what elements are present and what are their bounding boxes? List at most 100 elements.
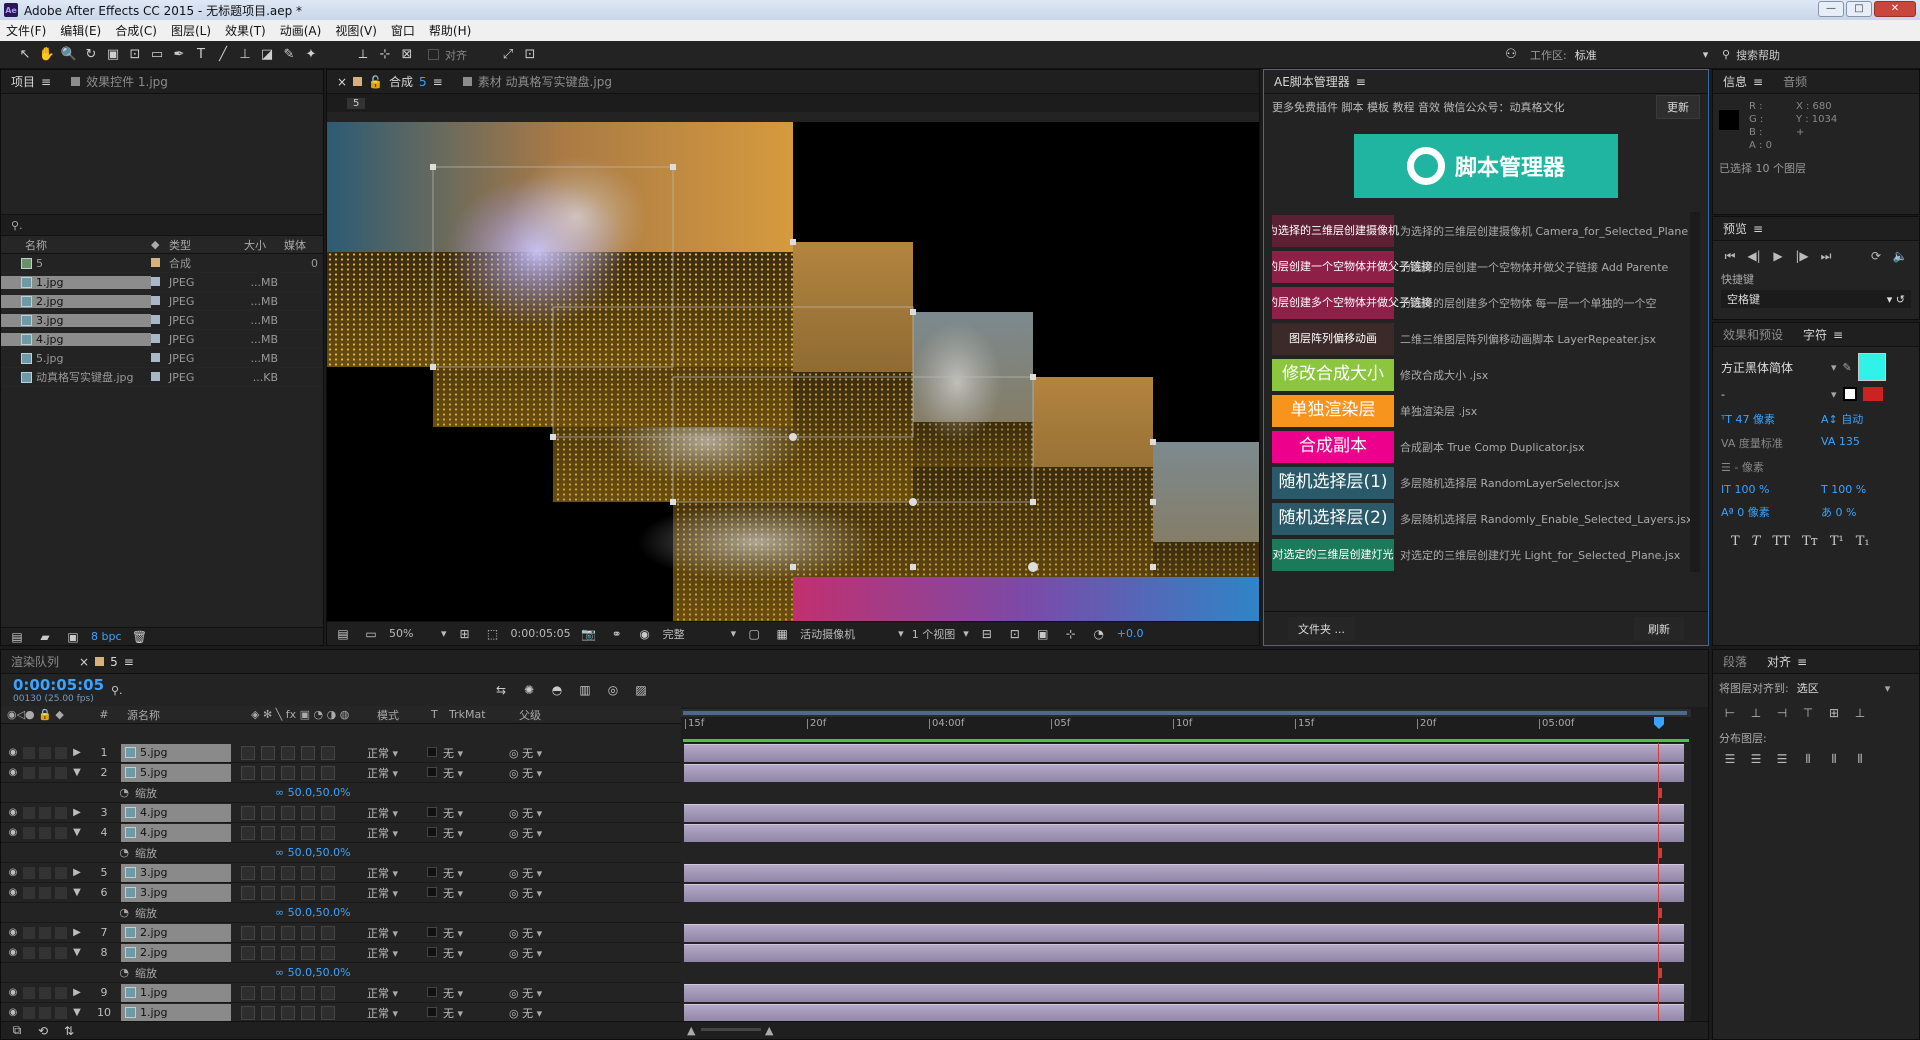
faux-italic-icon[interactable]: T (1752, 534, 1761, 549)
all-caps-icon[interactable]: TT (1772, 534, 1790, 549)
audio-toggle[interactable] (23, 866, 35, 879)
menu-composition[interactable]: 合成(C) (115, 22, 157, 39)
audio-icon[interactable]: 🔈 (1891, 247, 1909, 265)
play-icon[interactable]: ▶ (1769, 247, 1787, 265)
layer-name[interactable]: 1.jpg (121, 983, 231, 1002)
layer-duration-bar[interactable] (684, 764, 1684, 782)
project-item[interactable]: 3.jpg JPEG ...MB (1, 311, 323, 330)
fast-preview-icon[interactable]: ⊡ (1005, 627, 1025, 641)
menu-effect[interactable]: 效果(T) (225, 22, 266, 39)
scale-value[interactable]: ∞ 50.0,50.0% (275, 966, 351, 979)
script-run-button[interactable]: 合成副本 (1272, 431, 1394, 463)
blend-mode-select[interactable]: 正常 (361, 1005, 421, 1021)
shy-switch[interactable] (241, 865, 255, 880)
views-select[interactable]: 1 个视图 (912, 626, 956, 642)
camera-dropdown-icon[interactable]: ▾ (898, 627, 904, 640)
blend-switch[interactable] (301, 865, 315, 880)
quality-switch[interactable] (261, 765, 275, 780)
snap-option-icon[interactable]: ⤢ (497, 44, 519, 66)
monitor-icon[interactable]: ▭ (361, 627, 381, 641)
prev-frame-icon[interactable]: ◀| (1745, 247, 1763, 265)
shy-switch[interactable] (241, 885, 255, 900)
visibility-eye-icon[interactable]: ◉ (7, 867, 19, 879)
3d-switch[interactable] (321, 865, 335, 880)
audio-toggle[interactable] (23, 986, 35, 999)
selection-tool-icon[interactable]: ↖ (14, 44, 36, 66)
workspace-toggle-icon[interactable]: ⚇ (1500, 44, 1522, 66)
parent-select[interactable]: ◎ 无 (501, 985, 611, 1001)
snapshot-icon[interactable]: 📷 (579, 627, 599, 641)
menu-icon[interactable]: ≡ (433, 75, 443, 89)
blend-mode-select[interactable]: 正常 (361, 985, 421, 1001)
layer-duration-bar[interactable] (684, 1004, 1684, 1021)
audio-toggle[interactable] (23, 806, 35, 819)
layer-name[interactable]: 2.jpg (121, 923, 231, 942)
timeline-layer-row[interactable]: ◉▼63.jpg正常无◎ 无 (1, 883, 681, 903)
camera-tool-icon[interactable]: ▣ (102, 44, 124, 66)
layer-name[interactable]: 4.jpg (121, 803, 231, 822)
faux-bold-icon[interactable]: T (1731, 534, 1740, 549)
lock-toggle[interactable] (55, 926, 67, 939)
stopwatch-icon[interactable]: ◔ (1, 906, 135, 919)
roto-brush-tool-icon[interactable]: ✎ (278, 44, 300, 66)
zoom-slider[interactable] (701, 1028, 761, 1031)
pickwhip-icon[interactable]: ◎ (509, 987, 522, 1000)
zoom-dropdown-icon[interactable]: ▾ (441, 627, 447, 640)
audio-toggle[interactable] (23, 746, 35, 759)
fx-switch[interactable] (281, 885, 295, 900)
folder-button[interactable]: 文件夹 ... (1288, 616, 1355, 641)
quality-select[interactable]: 完整 (663, 626, 723, 642)
eyedropper-icon[interactable]: ✎ (1843, 361, 1852, 374)
layer-name[interactable]: 4.jpg (121, 823, 231, 842)
transparency-grid-icon[interactable]: ▦ (772, 627, 792, 641)
small-caps-icon[interactable]: Tт (1802, 534, 1818, 549)
pickwhip-icon[interactable]: ◎ (509, 947, 522, 960)
pickwhip-icon[interactable]: ◎ (509, 867, 522, 880)
tab-effect-controls[interactable]: 效果控件 1.jpg (61, 73, 178, 90)
shy-switch[interactable] (241, 925, 255, 940)
new-folder-icon[interactable]: ▰ (35, 630, 55, 644)
timeline-layer-row[interactable]: ◉▼44.jpg正常无◎ 无 (1, 823, 681, 843)
expand-down-icon[interactable]: ▼ (71, 767, 83, 779)
menu-icon[interactable]: ≡ (1356, 75, 1366, 89)
timeline-icon[interactable]: ▣ (1033, 627, 1053, 641)
exposure-value[interactable]: +0.0 (1117, 627, 1144, 640)
col-parent[interactable]: 父级 (511, 707, 621, 723)
blend-switch[interactable] (301, 765, 315, 780)
vertical-scale-field[interactable]: IT 100 % (1721, 483, 1821, 496)
project-item[interactable]: 1.jpg JPEG ...MB (1, 273, 323, 292)
kerning-field[interactable]: VA 度量标准 (1721, 435, 1821, 451)
lock-toggle[interactable] (55, 806, 67, 819)
brush-tool-icon[interactable]: ╱ (212, 44, 234, 66)
timeline-layer-row[interactable]: ◉▶15.jpg正常无◎ 无 (1, 743, 681, 763)
distribute-right-icon[interactable]: ⫴ (1851, 750, 1869, 768)
quality-switch[interactable] (261, 745, 275, 760)
timeline-layer-row[interactable]: ◉▼101.jpg正常无◎ 无 (1, 1003, 681, 1021)
align-vcenter-icon[interactable]: ⊞ (1825, 704, 1843, 722)
tab-render-queue[interactable]: 渲染队列 (1, 653, 69, 670)
project-item[interactable]: 5.jpg JPEG ...MB (1, 349, 323, 368)
dropdown-icon[interactable]: ▾ (1831, 361, 1837, 374)
pickwhip-icon[interactable]: ◎ (509, 827, 522, 840)
solo-toggle[interactable] (39, 766, 51, 779)
comp-mini-flowchart-icon[interactable]: ⇆ (491, 683, 511, 697)
layer-duration-bar[interactable] (684, 824, 1684, 842)
parent-select[interactable]: ◎ 无 (501, 765, 611, 781)
shortcut-select[interactable]: 空格键 ▾ ↺ (1721, 290, 1911, 308)
stroke-color-swatch[interactable] (1842, 387, 1857, 401)
menu-window[interactable]: 窗口 (391, 22, 415, 39)
search-help-input[interactable]: 搜索帮助 (1736, 47, 1780, 63)
tab-align[interactable]: 对齐 ≡ (1757, 653, 1817, 670)
timeline-layer-row[interactable]: ◉▶34.jpg正常无◎ 无 (1, 803, 681, 823)
label-col-icon[interactable]: ◆ (151, 238, 165, 251)
channel-icon[interactable]: ◉ (635, 627, 655, 641)
align-right-icon[interactable]: ⊣ (1773, 704, 1791, 722)
trash-icon[interactable]: 🗑 (130, 630, 150, 644)
quality-switch[interactable] (261, 925, 275, 940)
tracking-field[interactable]: VA 135 (1821, 435, 1920, 451)
workspace-dropdown-icon[interactable]: ▾ (1703, 48, 1709, 61)
trkmat-select[interactable]: 无 (421, 745, 501, 761)
distribute-hcenter-icon[interactable]: ⫴ (1825, 750, 1843, 768)
pickwhip-icon[interactable]: ◎ (509, 1007, 522, 1020)
lock-icon[interactable]: 🔓 (368, 75, 383, 89)
